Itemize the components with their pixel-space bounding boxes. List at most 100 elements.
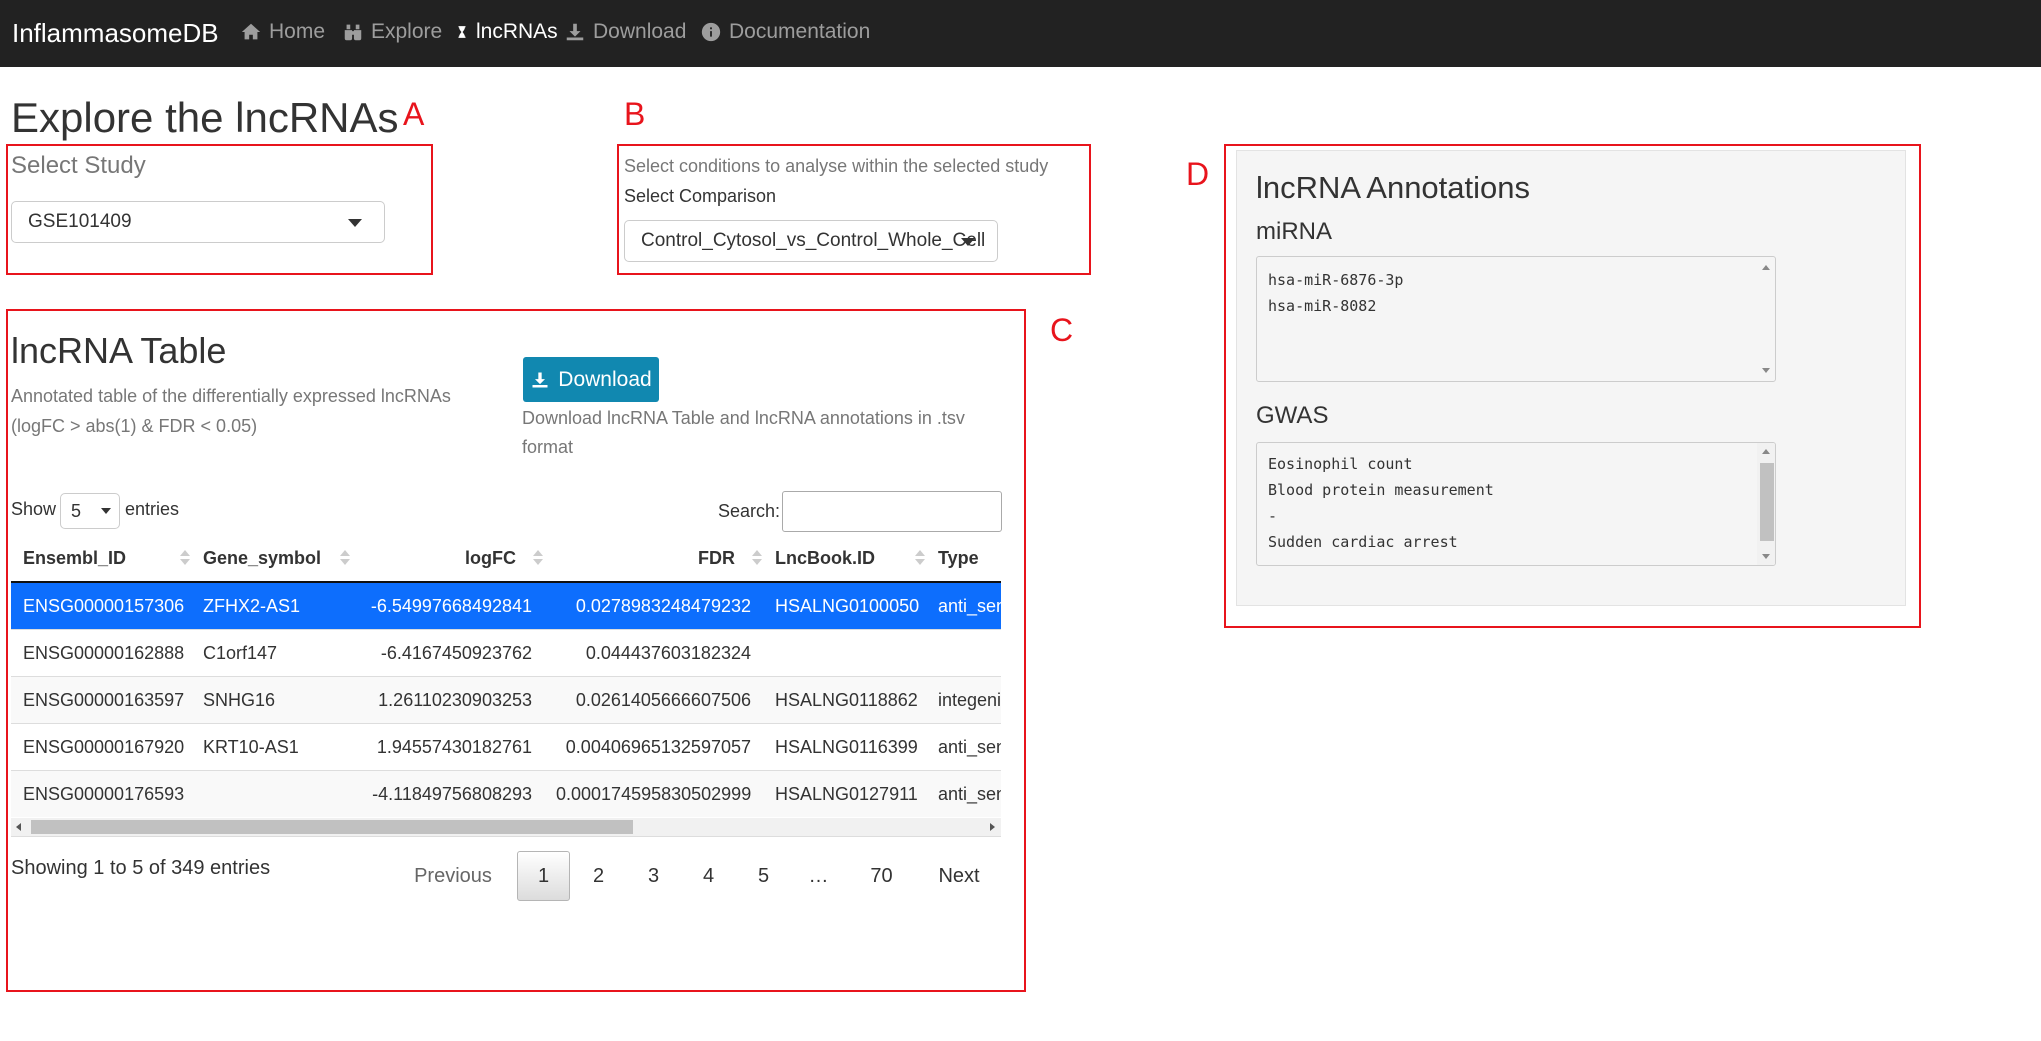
pagination-page-70[interactable]: 70 [855,851,908,901]
table-row[interactable]: ENSG00000162888 C1orf147 -6.416745092376… [11,629,1001,677]
table-cell: anti_sense [926,770,1001,817]
scrollbar-thumb[interactable] [1760,463,1774,541]
table-cell: C1orf147 [191,629,351,677]
gwas-line: Sudden cardiac arrest [1268,533,1458,551]
table-cell [763,629,926,677]
nav-lncrnas[interactable]: lncRNAs [455,20,558,44]
table-row[interactable]: ENSG00000167920 KRT10-AS1 1.945574301827… [11,723,1001,771]
study-select[interactable]: GSE101409 [11,201,385,243]
table-cell: 0.044437603182324 [544,629,763,677]
page-title: Explore the lncRNAs [11,94,399,141]
gwas-vertical-scrollbar[interactable] [1757,443,1775,565]
chevron-down-icon [961,238,975,246]
mirna-vertical-scrollbar[interactable] [1757,257,1775,381]
table-cell: 0.00406965132597057 [544,723,763,771]
download-button[interactable]: Download [523,357,659,402]
table-row[interactable]: ENSG00000163597 SNHG16 1.26110230903253 … [11,676,1001,724]
table-cell: 0.0261405666607506 [544,676,763,724]
binoculars-icon [344,24,362,41]
column-header-lncbook-id[interactable]: LncBook.ID [763,535,926,583]
table-cell: ENSG00000157306 [11,581,191,630]
pagination-page-4[interactable]: 4 [682,851,735,901]
comparison-help: Select conditions to analyse within the … [624,156,1049,176]
column-header-gene-symbol[interactable]: Gene_symbol [191,535,351,583]
comparison-select[interactable]: Control_Cytosol_vs_Control_Whole_Cell [624,220,998,262]
home-icon [241,23,261,40]
pagination-page-1[interactable]: 1 [517,851,570,901]
gwas-line: - [1268,507,1278,525]
mirna-line: hsa-miR-8082 [1268,297,1377,315]
column-header-type[interactable]: Type [926,535,1001,583]
gwas-line: Eosinophil count [1268,455,1413,473]
table-cell: HSALNG0100050 [763,581,926,630]
mirna-output[interactable]: hsa-miR-6876-3p hsa-miR-8082 [1256,256,1776,382]
navbar-brand[interactable]: InflammasomeDB [12,18,219,49]
table-row[interactable]: ENSG00000176593 -4.11849756808293 0.0001… [11,770,1001,817]
table-description-line1: Annotated table of the differentially ex… [11,386,451,406]
table-cell: ENSG00000162888 [11,629,191,677]
info-circle-icon [701,22,721,42]
table-cell: -4.11849756808293 [351,770,544,817]
column-header-fdr[interactable]: FDR [544,535,763,583]
pagination-ellipsis: … [808,864,829,887]
table-cell: 1.26110230903253 [351,676,544,724]
gwas-output[interactable]: Eosinophil count Blood protein measureme… [1256,442,1776,566]
hourglass-icon [458,26,466,38]
table-cell: KRT10-AS1 [191,723,351,771]
pagination-next[interactable]: Next [918,851,1000,901]
comparison-select-value: Control_Cytosol_vs_Control_Whole_Cell [641,230,986,251]
table-cell: integenic [926,676,1001,724]
table-cell [926,629,1001,677]
nav-explore[interactable]: Explore [342,20,442,44]
table-cell [191,770,351,817]
study-select-value: GSE101409 [28,211,132,232]
scrollbar-thumb[interactable] [31,820,633,834]
nav-download[interactable]: Download [564,20,686,44]
table-cell: ZFHX2-AS1 [191,581,351,630]
pagination-page-5[interactable]: 5 [737,851,790,901]
table-cell: HSALNG0116399 [763,723,926,771]
search-label: Search: [718,501,781,521]
show-label: Show [11,499,57,519]
column-header-logfc[interactable]: logFC [351,535,544,583]
table-title: lncRNA Table [11,330,227,371]
table-cell: anti_sense [926,581,1001,630]
table-cell: HSALNG0118862 [763,676,926,724]
pagination-previous[interactable]: Previous [400,851,506,901]
pagination-page-3[interactable]: 3 [627,851,680,901]
study-label: Select Study [11,152,146,179]
mirna-label: miRNA [1256,218,1332,245]
scroll-right-icon[interactable] [990,823,995,831]
table-cell: -6.4167450923762 [351,629,544,677]
comparison-label: Select Comparison [624,186,777,206]
table-row[interactable]: ENSG00000157306 ZFHX2-AS1 -6.54997668492… [11,581,1001,630]
table-cell: -6.54997668492841 [351,581,544,630]
scroll-left-icon[interactable] [16,823,21,831]
search-input[interactable] [782,491,1002,532]
annotation-letter-d: D [1186,156,1210,192]
table-description-line2: (logFC > abs(1) & FDR < 0.05) [11,416,258,436]
gwas-label: GWAS [1256,402,1329,429]
gwas-line: Blood protein measurement [1268,481,1494,499]
scroll-down-icon[interactable] [1762,368,1770,373]
annotations-title: lncRNA Annotations [1256,170,1531,205]
chevron-down-icon [101,508,111,514]
table-cell: SNHG16 [191,676,351,724]
nav-home[interactable]: Home [240,20,325,44]
nav-documentation[interactable]: Documentation [700,20,870,44]
table-cell: 0.0278983248479232 [544,581,763,630]
pagination-page-2[interactable]: 2 [572,851,625,901]
chevron-down-icon [348,219,362,227]
entries-label: entries [125,499,180,519]
scroll-up-icon[interactable] [1762,265,1770,270]
scroll-down-icon[interactable] [1762,554,1770,559]
entries-length-select[interactable]: 5 [60,493,120,529]
horizontal-scrollbar[interactable] [11,818,1001,837]
table-cell: 1.94557430182761 [351,723,544,771]
download-help-line2: format [522,437,574,457]
scroll-up-icon[interactable] [1762,449,1770,454]
column-header-ensembl-id[interactable]: Ensembl_ID [11,535,191,583]
download-help-line1: Download lncRNA Table and lncRNA annotat… [522,408,965,428]
table-cell: ENSG00000167920 [11,723,191,771]
table-cell: 0.000174595830502999 [544,770,763,817]
